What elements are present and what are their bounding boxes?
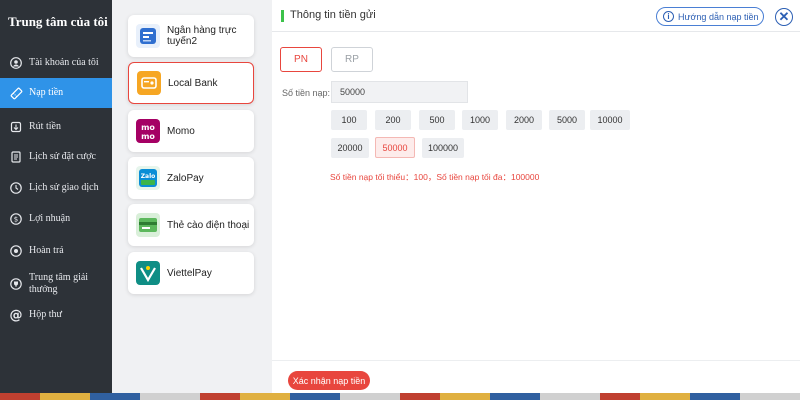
currency-option-rp[interactable]: RP bbox=[331, 47, 373, 72]
quick-amount-chip[interactable]: 20000 bbox=[331, 138, 369, 158]
sidebar-item-label: Hoàn trả bbox=[29, 245, 64, 256]
method-card-local-bank[interactable]: Local Bank bbox=[128, 62, 254, 104]
method-name: Ngân hàng trực tuyến2 bbox=[167, 25, 237, 47]
quick-amount-chip[interactable]: 200 bbox=[375, 110, 411, 130]
phone-card-logo bbox=[136, 213, 160, 237]
method-card-online-bank[interactable]: Ngân hàng trực tuyến2 bbox=[128, 15, 254, 57]
sidebar-item-withdraw[interactable]: Rút tiền bbox=[0, 116, 112, 138]
amount-input[interactable] bbox=[331, 81, 468, 103]
trophy-icon bbox=[9, 277, 23, 291]
method-name: Local Bank bbox=[168, 77, 218, 89]
sidebar-item-label: Lịch sử giao dịch bbox=[29, 182, 99, 193]
svg-text:$: $ bbox=[14, 216, 18, 224]
sidebar-item-inbox[interactable]: @ Hộp thư bbox=[0, 304, 112, 326]
svg-text:mo: mo bbox=[141, 123, 155, 132]
deposit-limit-note: Số tiền nạp tối thiểu：100，Số tiền nạp tố… bbox=[330, 172, 540, 182]
content-header: Thông tin tiền gửi i Hướng dẫn nạp tiền … bbox=[272, 0, 800, 32]
quick-amount-chip[interactable]: 2000 bbox=[506, 110, 542, 130]
deposit-guide-button[interactable]: i Hướng dẫn nạp tiền bbox=[656, 7, 764, 26]
content-footer: Xác nhận nạp tiền bbox=[272, 360, 800, 393]
svg-text:mo: mo bbox=[141, 132, 155, 141]
quick-amount-chip-selected[interactable]: 50000 bbox=[375, 137, 415, 158]
close-button[interactable]: ✕ bbox=[775, 8, 793, 26]
close-icon: ✕ bbox=[778, 9, 790, 24]
quick-amount-chip[interactable]: 100000 bbox=[422, 138, 464, 158]
method-name: ViettelPay bbox=[167, 267, 212, 279]
sidebar: Trung tâm của tôi Tài khoản của tôi Nạp … bbox=[0, 0, 112, 393]
transaction-history-icon bbox=[9, 181, 23, 195]
payment-method-list: Ngân hàng trực tuyến2 Local Bank mo mo Mo… bbox=[112, 0, 272, 393]
sidebar-item-label: Trung tâm giải thưởng bbox=[29, 272, 89, 295]
info-icon: i bbox=[663, 11, 674, 22]
quick-amount-chip[interactable]: 5000 bbox=[549, 110, 585, 130]
sidebar-item-label: Lợi nhuận bbox=[29, 213, 71, 224]
method-card-momo[interactable]: mo mo Momo bbox=[128, 110, 254, 152]
background-strip bbox=[0, 392, 800, 400]
quick-amount-chip[interactable]: 500 bbox=[419, 110, 455, 130]
sidebar-title: Trung tâm của tôi bbox=[8, 14, 108, 29]
quick-amount-chip[interactable]: 10000 bbox=[590, 110, 630, 130]
ticket-icon bbox=[9, 86, 23, 100]
method-name: ZaloPay bbox=[167, 172, 204, 184]
deposit-guide-label: Hướng dẫn nạp tiền bbox=[678, 11, 759, 22]
method-card-viettelpay[interactable]: ViettelPay bbox=[128, 252, 254, 294]
refund-icon bbox=[9, 244, 23, 258]
page-title: Thông tin tiền gửi bbox=[290, 9, 376, 21]
sidebar-item-label: Nạp tiền bbox=[29, 87, 64, 98]
zalopay-logo: Zalo bbox=[136, 166, 160, 190]
deposit-modal: Trung tâm của tôi Tài khoản của tôi Nạp … bbox=[0, 0, 800, 393]
amount-label: Số tiền nạp: bbox=[282, 88, 331, 98]
sidebar-item-bet-history[interactable]: Lịch sử đặt cược bbox=[0, 146, 112, 168]
confirm-deposit-button[interactable]: Xác nhận nạp tiền bbox=[288, 371, 370, 390]
sidebar-item-label: Hộp thư bbox=[29, 309, 62, 320]
user-circle-icon bbox=[9, 56, 23, 70]
deposit-form: Thông tin tiền gửi i Hướng dẫn nạp tiền … bbox=[272, 0, 800, 393]
method-card-phone-card[interactable]: Thẻ cào điện thoại bbox=[128, 204, 254, 246]
bet-history-icon bbox=[9, 150, 23, 164]
sidebar-item-label: Lịch sử đặt cược bbox=[29, 151, 96, 162]
sidebar-item-my-account[interactable]: Tài khoản của tôi bbox=[0, 52, 112, 74]
at-icon: @ bbox=[9, 307, 23, 323]
viettelpay-logo bbox=[136, 261, 160, 285]
method-card-zalopay[interactable]: Zalo ZaloPay bbox=[128, 157, 254, 199]
quick-amount-chip[interactable]: 1000 bbox=[462, 110, 498, 130]
sidebar-item-refund[interactable]: Hoàn trả bbox=[0, 240, 112, 262]
momo-logo: mo mo bbox=[136, 119, 160, 143]
local-bank-logo bbox=[137, 71, 161, 95]
profit-icon: $ bbox=[9, 212, 23, 226]
method-name: Momo bbox=[167, 125, 195, 137]
currency-option-pn[interactable]: PN bbox=[280, 47, 322, 72]
sidebar-item-label: Tài khoản của tôi bbox=[29, 57, 99, 68]
header-marker bbox=[281, 10, 284, 22]
sidebar-item-label: Rút tiền bbox=[29, 121, 61, 132]
quick-amount-chip[interactable]: 100 bbox=[331, 110, 367, 130]
online-bank-logo bbox=[136, 24, 160, 48]
sidebar-item-transaction-history[interactable]: Lịch sử giao dịch bbox=[0, 177, 112, 199]
sidebar-item-profit[interactable]: $ Lợi nhuận bbox=[0, 208, 112, 230]
withdraw-icon bbox=[9, 120, 23, 134]
sidebar-item-deposit[interactable]: Nạp tiền bbox=[0, 78, 112, 108]
method-name: Thẻ cào điện thoại bbox=[167, 219, 250, 231]
svg-text:Zalo: Zalo bbox=[141, 173, 156, 180]
sidebar-item-rewards-center[interactable]: Trung tâm giải thưởng bbox=[0, 270, 112, 298]
